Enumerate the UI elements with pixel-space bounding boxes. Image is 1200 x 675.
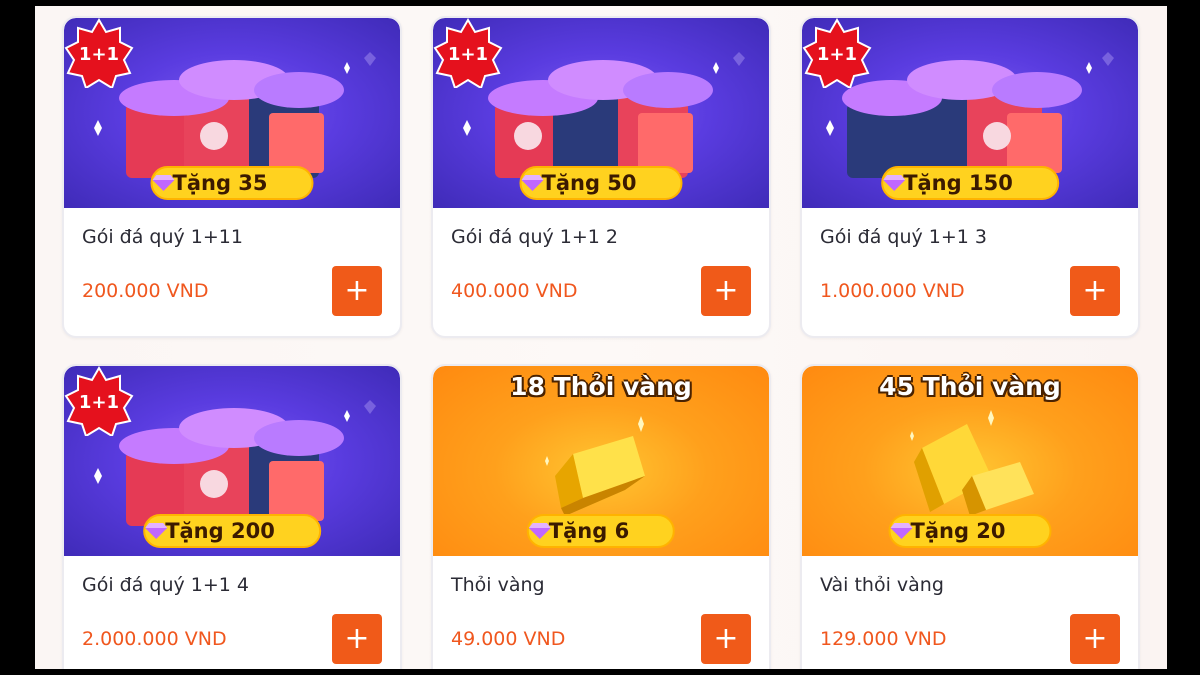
svg-text:1+1: 1+1 [448, 44, 488, 65]
plus-icon: + [344, 621, 370, 656]
gift-pill: Tặng 200 [143, 514, 321, 548]
gem-icon [890, 523, 913, 539]
product-banner: 1+1 Tặng 150 [802, 18, 1138, 208]
one-plus-one-badge-icon: 1+1 [433, 18, 503, 88]
product-banner: 1+1 Tặng 35 [64, 18, 400, 208]
product-card[interactable]: 1+1 Tặng 200 Gói đá quý 1+1 4 2.000.000 … [62, 364, 402, 669]
svg-text:1+1: 1+1 [79, 44, 119, 65]
product-card[interactable]: 1+1 Tặng 35 Gói đá quý 1+11 200.000 VND … [62, 16, 402, 338]
add-to-cart-button[interactable]: + [701, 266, 751, 316]
gem-icon [152, 175, 175, 191]
gift-pill: Tặng 20 [888, 514, 1052, 548]
product-name: Vài thỏi vàng [820, 574, 944, 596]
gift-pill: Tặng 35 [150, 166, 314, 200]
product-banner: 45 Thỏi vàng Tặng 20 [802, 366, 1138, 556]
plus-icon: + [713, 621, 739, 656]
product-price: 2.000.000 VND [82, 628, 227, 650]
gem-icon [521, 175, 544, 191]
product-price: 49.000 VND [451, 628, 566, 650]
gift-label: Tặng 35 [172, 171, 268, 195]
one-plus-one-badge-icon: 1+1 [802, 18, 872, 88]
product-card[interactable]: 45 Thỏi vàng Tặng 20 Vài thỏi vàng 129.0… [800, 364, 1140, 669]
product-name: Gói đá quý 1+1 2 [451, 226, 619, 248]
gift-pill: Tặng 6 [526, 514, 676, 548]
gem-icon [145, 523, 168, 539]
product-banner: 18 Thỏi vàng Tặng 6 [433, 366, 769, 556]
product-grid: 1+1 Tặng 35 Gói đá quý 1+11 200.000 VND … [35, 6, 1167, 669]
gift-label: Tặng 20 [910, 519, 1006, 543]
add-to-cart-button[interactable]: + [1070, 266, 1120, 316]
gift-label: Tặng 150 [903, 171, 1013, 195]
plus-icon: + [713, 273, 739, 308]
add-to-cart-button[interactable]: + [701, 614, 751, 664]
svg-text:1+1: 1+1 [817, 44, 857, 65]
plus-icon: + [1082, 621, 1108, 656]
product-banner: 1+1 Tặng 200 [64, 366, 400, 556]
product-price: 400.000 VND [451, 280, 578, 302]
gift-label: Tặng 50 [541, 171, 637, 195]
gift-pill: Tặng 50 [519, 166, 683, 200]
product-name: Thỏi vàng [451, 574, 545, 596]
gift-label: Tặng 6 [548, 519, 630, 543]
product-name: Gói đá quý 1+11 [82, 226, 243, 248]
gem-icon [883, 175, 906, 191]
product-card[interactable]: 1+1 Tặng 150 Gói đá quý 1+1 3 1.000.000 … [800, 16, 1140, 338]
product-price: 200.000 VND [82, 280, 209, 302]
product-name: Gói đá quý 1+1 3 [820, 226, 988, 248]
gift-pill: Tặng 150 [881, 166, 1059, 200]
product-card[interactable]: 18 Thỏi vàng Tặng 6 Thỏi vàng 49.000 VND… [431, 364, 771, 669]
product-banner: 1+1 Tặng 50 [433, 18, 769, 208]
product-name: Gói đá quý 1+1 4 [82, 574, 250, 596]
product-price: 1.000.000 VND [820, 280, 965, 302]
plus-icon: + [1082, 273, 1108, 308]
add-to-cart-button[interactable]: + [1070, 614, 1120, 664]
one-plus-one-badge-icon: 1+1 [64, 366, 134, 436]
product-card[interactable]: 1+1 Tặng 50 Gói đá quý 1+1 2 400.000 VND… [431, 16, 771, 338]
product-price: 129.000 VND [820, 628, 947, 650]
add-to-cart-button[interactable]: + [332, 266, 382, 316]
gem-icon [528, 523, 551, 539]
gift-label: Tặng 200 [165, 519, 275, 543]
add-to-cart-button[interactable]: + [332, 614, 382, 664]
plus-icon: + [344, 273, 370, 308]
one-plus-one-badge-icon: 1+1 [64, 18, 134, 88]
svg-text:1+1: 1+1 [79, 392, 119, 413]
